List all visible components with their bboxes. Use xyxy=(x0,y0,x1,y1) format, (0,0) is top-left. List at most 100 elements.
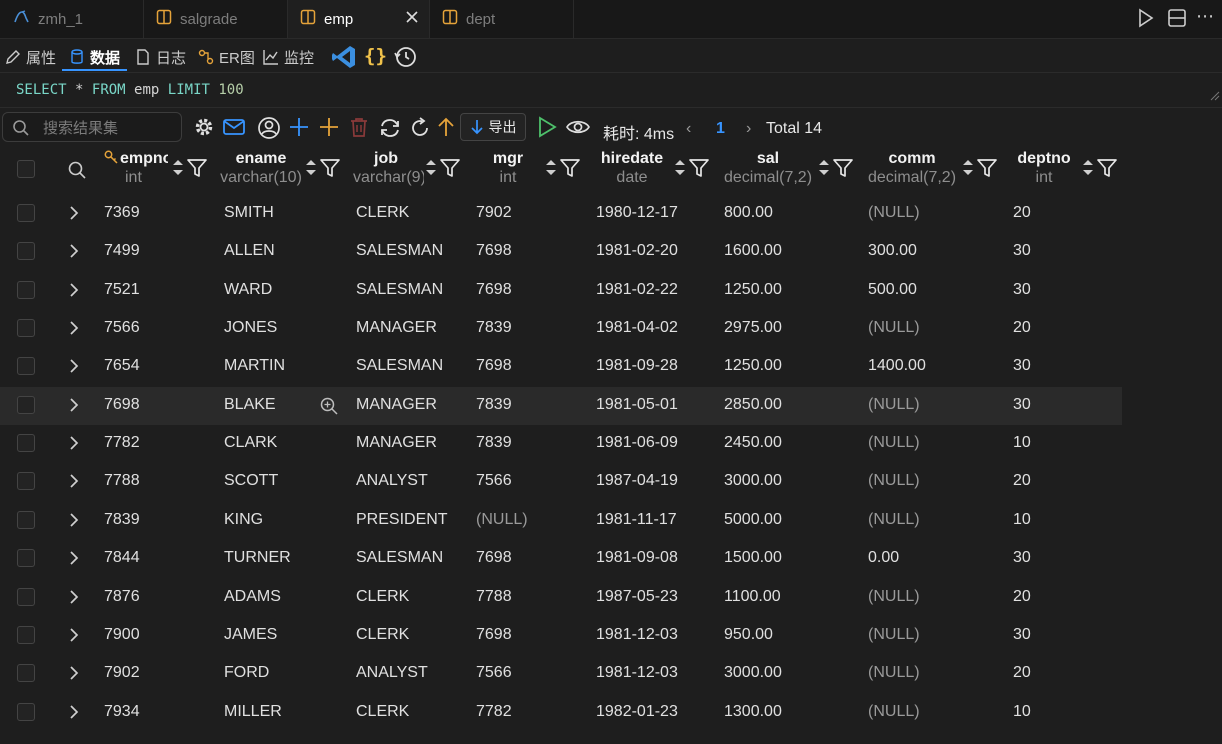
cell-empno[interactable]: 7521 xyxy=(104,281,140,299)
cell-sal[interactable]: 2450.00 xyxy=(724,434,782,452)
cell-deptno[interactable]: 10 xyxy=(1013,703,1031,721)
sort-filter-deptno[interactable] xyxy=(1082,157,1118,184)
table-row[interactable]: 7902 FORD ANALYST 7566 1981-12-03 3000.00 (NUL… xyxy=(0,655,1122,693)
cell-comm[interactable]: (NULL) xyxy=(868,204,920,222)
column-header-mgr[interactable]: mgr int xyxy=(472,150,544,188)
cell-deptno[interactable]: 20 xyxy=(1013,664,1031,682)
cell-comm[interactable]: 500.00 xyxy=(868,281,917,299)
table-row[interactable]: 7876 ADAMS CLERK 7788 1987-05-23 1100.00 (NULL… xyxy=(0,579,1122,617)
delete-icon[interactable] xyxy=(348,116,370,143)
cell-job[interactable]: CLERK xyxy=(356,626,409,644)
cell-empno[interactable]: 7934 xyxy=(104,703,140,721)
cell-comm[interactable]: 300.00 xyxy=(868,242,917,260)
cell-ename[interactable]: JAMES xyxy=(224,626,277,644)
chevron-right-icon[interactable] xyxy=(68,358,80,379)
export-button[interactable]: 导出 xyxy=(460,113,526,141)
row-checkbox[interactable] xyxy=(17,625,35,644)
row-checkbox[interactable] xyxy=(17,472,35,491)
chevron-right-icon[interactable] xyxy=(68,512,80,533)
cell-job[interactable]: SALESMAN xyxy=(356,281,443,299)
cell-job[interactable]: MANAGER xyxy=(356,319,437,337)
cell-ename[interactable]: BLAKE xyxy=(224,396,276,414)
cell-deptno[interactable]: 30 xyxy=(1013,396,1031,414)
cell-mgr[interactable]: 7698 xyxy=(476,549,512,567)
chevron-right-icon[interactable] xyxy=(68,704,80,725)
chevron-right-icon[interactable] xyxy=(68,665,80,686)
cell-sal[interactable]: 1100.00 xyxy=(724,588,781,606)
cell-hiredate[interactable]: 1981-04-02 xyxy=(596,319,678,337)
cell-mgr[interactable]: 7902 xyxy=(476,204,512,222)
row-checkbox[interactable] xyxy=(17,664,35,683)
cell-hiredate[interactable]: 1981-09-28 xyxy=(596,357,678,375)
cell-ename[interactable]: TURNER xyxy=(224,549,291,567)
sql-editor[interactable]: SELECT * FROM emp LIMIT 100 xyxy=(0,72,1222,108)
table-row[interactable]: 7654 MARTIN SALESMAN 7698 1981-09-28 1250.00 1… xyxy=(0,348,1122,386)
row-checkbox[interactable] xyxy=(17,204,35,222)
cell-empno[interactable]: 7698 xyxy=(104,396,140,414)
run-icon[interactable] xyxy=(1137,8,1155,33)
cell-hiredate[interactable]: 1980-12-17 xyxy=(596,204,678,222)
cell-ename[interactable]: FORD xyxy=(224,664,269,682)
json-icon[interactable]: {} xyxy=(364,45,387,67)
table-row[interactable]: 7788 SCOTT ANALYST 7566 1987-04-19 3000.00 (NU… xyxy=(0,463,1122,501)
cell-job[interactable]: CLERK xyxy=(356,588,409,606)
cell-comm[interactable]: (NULL) xyxy=(868,472,920,490)
play-icon[interactable] xyxy=(537,116,557,143)
cell-empno[interactable]: 7839 xyxy=(104,511,140,529)
sort-filter-comm[interactable] xyxy=(962,157,998,184)
cell-empno[interactable]: 7788 xyxy=(104,472,140,490)
cell-ename[interactable]: MARTIN xyxy=(224,357,285,375)
cell-sal[interactable]: 1500.00 xyxy=(724,549,782,567)
cell-sal[interactable]: 1250.00 xyxy=(724,281,782,299)
chevron-right-icon[interactable] xyxy=(68,320,80,341)
column-header-hiredate[interactable]: hiredate date xyxy=(592,150,672,188)
cell-job[interactable]: MANAGER xyxy=(356,434,437,452)
row-checkbox[interactable] xyxy=(17,702,35,721)
cell-ename[interactable]: SCOTT xyxy=(224,472,278,490)
cell-hiredate[interactable]: 1981-11-17 xyxy=(596,511,677,529)
chevron-right-icon[interactable] xyxy=(68,435,80,456)
cell-mgr[interactable]: 7782 xyxy=(476,703,512,721)
cell-comm[interactable]: (NULL) xyxy=(868,319,920,337)
cell-mgr[interactable]: 7566 xyxy=(476,472,512,490)
cell-deptno[interactable]: 30 xyxy=(1013,357,1031,375)
cell-empno[interactable]: 7566 xyxy=(104,319,140,337)
cell-deptno[interactable]: 30 xyxy=(1013,281,1031,299)
page-number[interactable]: 1 xyxy=(716,120,725,138)
split-editor-icon[interactable] xyxy=(1167,8,1187,33)
table-row[interactable]: 7900 JAMES CLERK 7698 1981-12-03 950.00 (NULL)… xyxy=(0,617,1122,655)
cell-hiredate[interactable]: 1987-04-19 xyxy=(596,472,678,490)
cell-deptno[interactable]: 20 xyxy=(1013,204,1031,222)
more-icon[interactable]: ⋯ xyxy=(1196,6,1214,27)
select-all-checkbox[interactable] xyxy=(17,160,35,178)
cell-mgr[interactable]: 7698 xyxy=(476,281,512,299)
refresh-icon[interactable] xyxy=(408,116,432,145)
cell-job[interactable]: SALESMAN xyxy=(356,549,443,567)
arrow-up-icon[interactable] xyxy=(436,116,456,143)
row-checkbox[interactable] xyxy=(17,549,35,568)
cell-sal[interactable]: 1600.00 xyxy=(724,242,782,260)
tab-salgrade[interactable]: salgrade xyxy=(144,0,288,38)
eye-icon[interactable] xyxy=(565,116,591,143)
cell-deptno[interactable]: 20 xyxy=(1013,472,1031,490)
cell-comm[interactable]: (NULL) xyxy=(868,664,920,682)
cell-mgr[interactable]: 7839 xyxy=(476,434,512,452)
result-search-box[interactable] xyxy=(2,112,182,142)
cell-deptno[interactable]: 30 xyxy=(1013,549,1031,567)
row-checkbox[interactable] xyxy=(17,510,35,529)
cell-sal[interactable]: 2975.00 xyxy=(724,319,782,337)
tab-zmh-1[interactable]: zmh_1 xyxy=(0,0,144,38)
cell-ename[interactable]: CLARK xyxy=(224,434,277,452)
column-header-ename[interactable]: ename varchar(10) xyxy=(210,150,312,188)
column-header-job[interactable]: job varchar(9) xyxy=(348,150,424,188)
cell-comm[interactable]: (NULL) xyxy=(868,588,920,606)
monitor-tab[interactable]: 监控 xyxy=(262,46,314,68)
cell-job[interactable]: ANALYST xyxy=(356,472,428,490)
search-input[interactable] xyxy=(41,118,175,138)
table-row[interactable]: 7369 SMITH CLERK 7902 1980-12-17 800.00 (NULL)… xyxy=(0,195,1122,233)
cell-comm[interactable]: 0.00 xyxy=(868,549,899,567)
cell-job[interactable]: SALESMAN xyxy=(356,242,443,260)
cell-job[interactable]: PRESIDENT xyxy=(356,511,448,529)
cell-comm[interactable]: (NULL) xyxy=(868,626,920,644)
chevron-right-icon[interactable] xyxy=(68,205,80,226)
